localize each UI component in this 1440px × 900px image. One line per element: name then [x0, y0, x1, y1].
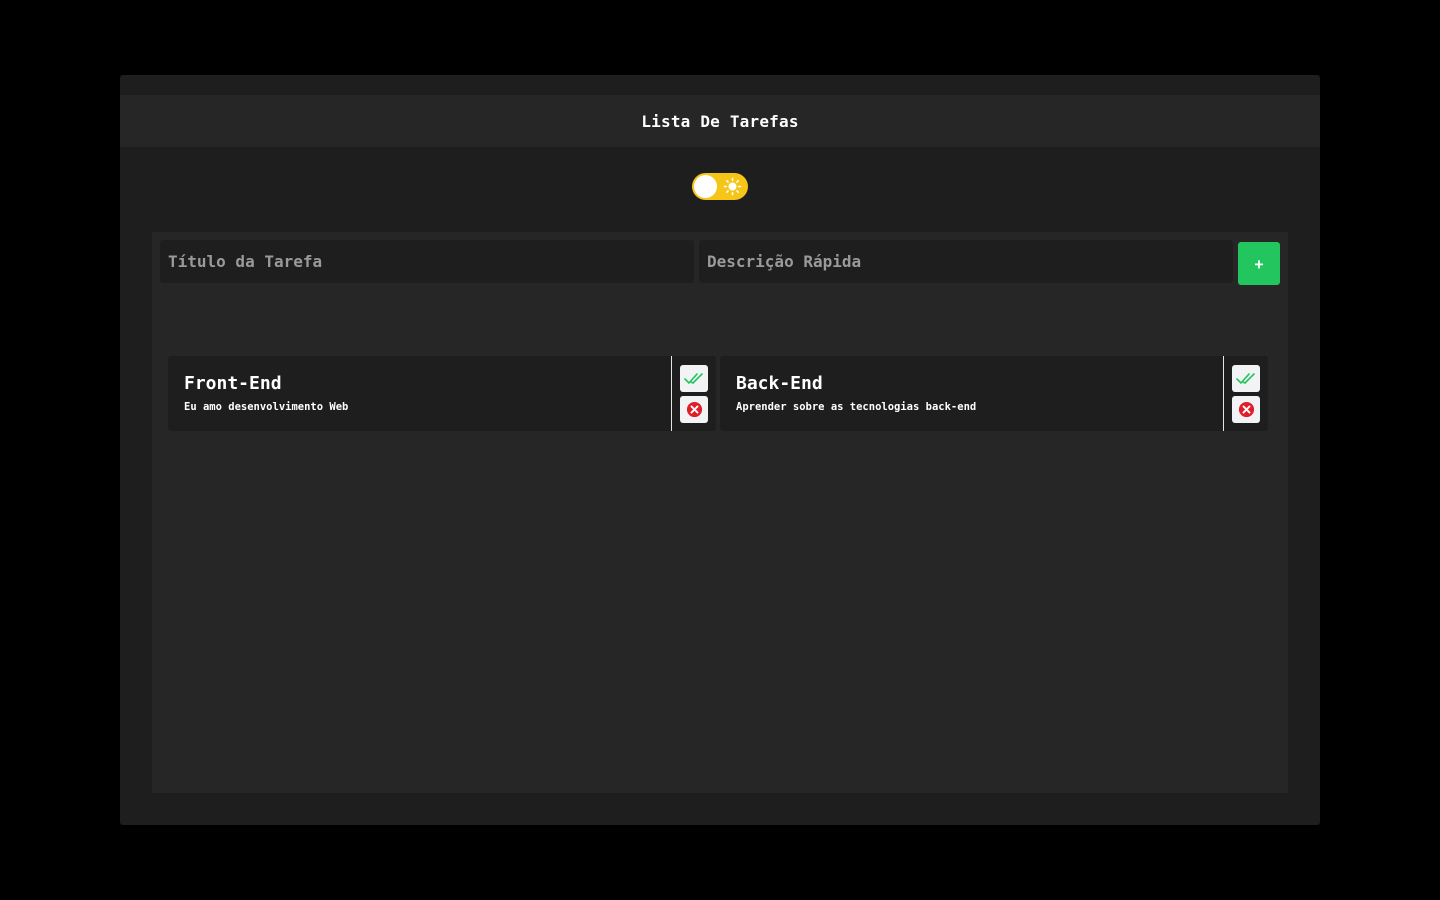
task-card: Back-End Aprender sobre as tecnologias b…: [720, 356, 1268, 431]
delete-task-button[interactable]: [1232, 396, 1260, 423]
task-title-input[interactable]: [160, 240, 694, 283]
task-divider: [671, 356, 672, 431]
task-title: Back-End: [736, 373, 823, 394]
double-check-icon: [1236, 372, 1255, 384]
complete-task-button[interactable]: [680, 365, 708, 392]
double-check-icon: [684, 372, 703, 384]
close-circle-icon: [686, 401, 702, 418]
task-panel: + Front-End Eu amo desenvolvimento Web: [152, 232, 1288, 793]
delete-task-button[interactable]: [680, 396, 708, 423]
task-divider: [1223, 356, 1224, 431]
task-title: Front-End: [184, 373, 282, 394]
app-window: Lista De Tarefas + Front-End Eu amo dese…: [120, 75, 1320, 825]
task-description-input[interactable]: [699, 240, 1233, 283]
add-task-button[interactable]: +: [1238, 242, 1280, 285]
toggle-knob: [694, 175, 717, 198]
task-description: Eu amo desenvolvimento Web: [184, 401, 349, 413]
complete-task-button[interactable]: [1232, 365, 1260, 392]
task-card: Front-End Eu amo desenvolvimento Web: [168, 356, 716, 431]
header-bar: Lista De Tarefas: [120, 95, 1320, 147]
theme-toggle[interactable]: [692, 173, 748, 200]
sun-icon: [723, 177, 742, 196]
close-circle-icon: [1238, 401, 1254, 418]
task-description: Aprender sobre as tecnologias back-end: [736, 401, 977, 413]
page-title: Lista De Tarefas: [641, 111, 799, 131]
